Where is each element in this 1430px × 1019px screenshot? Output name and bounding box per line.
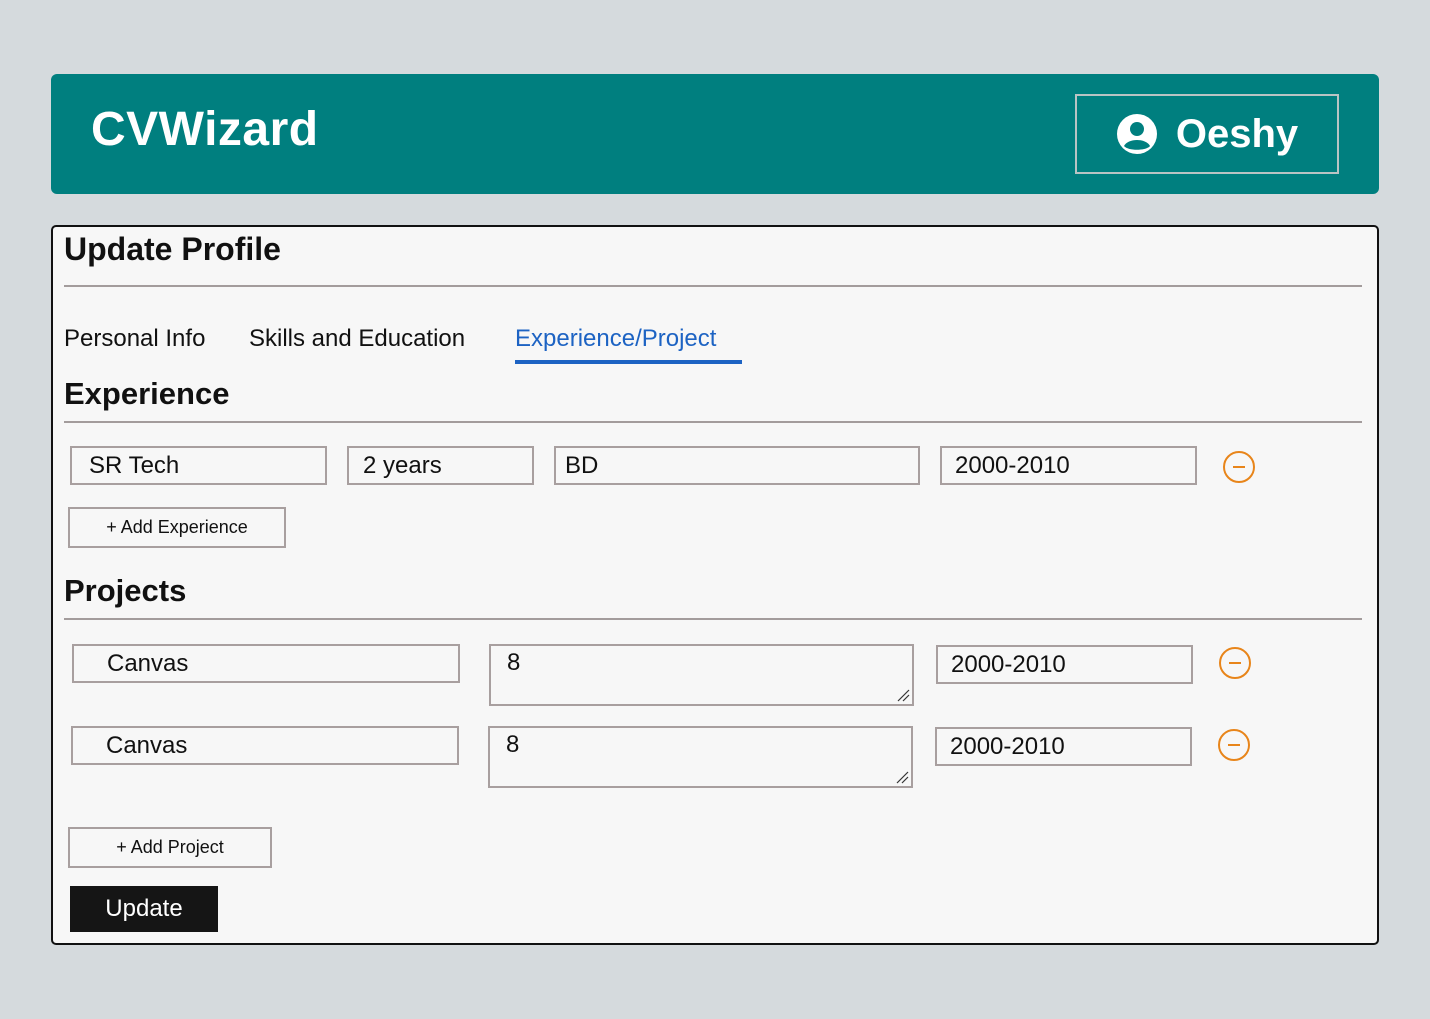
page-title: Update Profile bbox=[64, 231, 281, 267]
project-description-value: 8 bbox=[507, 649, 521, 676]
remove-project-button[interactable] bbox=[1219, 647, 1251, 679]
remove-project-button[interactable] bbox=[1218, 729, 1250, 761]
update-button[interactable]: Update bbox=[70, 886, 218, 932]
minus-circle-icon bbox=[1233, 466, 1245, 468]
projects-divider bbox=[64, 618, 1362, 620]
remove-experience-button[interactable] bbox=[1223, 451, 1255, 483]
project-description-value: 8 bbox=[506, 731, 520, 758]
user-circle-icon bbox=[1116, 114, 1157, 154]
project-years-input[interactable]: 2000-2010 bbox=[935, 727, 1192, 766]
resize-grip-icon[interactable] bbox=[895, 770, 909, 784]
resize-grip-icon[interactable] bbox=[896, 688, 910, 702]
experience-years-input[interactable]: 2000-2010 bbox=[940, 446, 1197, 485]
experience-divider bbox=[64, 421, 1362, 423]
project-description-textarea[interactable]: 8 bbox=[489, 644, 914, 706]
app-header: CVWizard Oeshy bbox=[51, 74, 1379, 194]
experience-heading: Experience bbox=[64, 376, 230, 411]
user-menu-button[interactable]: Oeshy bbox=[1075, 94, 1339, 174]
tab-personal-info[interactable]: Personal Info bbox=[64, 325, 205, 353]
project-name-input[interactable]: Canvas bbox=[71, 726, 459, 765]
add-project-button[interactable]: + Add Project bbox=[68, 827, 272, 868]
title-divider bbox=[64, 285, 1362, 287]
update-profile-card: Update Profile Personal Info Skills and … bbox=[51, 225, 1379, 945]
project-name-input[interactable]: Canvas bbox=[72, 644, 460, 683]
minus-circle-icon bbox=[1228, 744, 1240, 746]
add-experience-button[interactable]: + Add Experience bbox=[68, 507, 286, 548]
brand-logo[interactable]: CVWizard bbox=[91, 102, 319, 157]
project-years-input[interactable]: 2000-2010 bbox=[936, 645, 1193, 684]
location-input[interactable]: BD bbox=[554, 446, 920, 485]
tab-skills-education[interactable]: Skills and Education bbox=[249, 325, 465, 353]
duration-input[interactable]: 2 years bbox=[347, 446, 534, 485]
user-name: Oeshy bbox=[1175, 111, 1299, 156]
project-description-textarea[interactable]: 8 bbox=[488, 726, 913, 788]
tab-experience-project[interactable]: Experience/Project bbox=[515, 325, 716, 353]
active-tab-indicator bbox=[515, 360, 742, 364]
minus-circle-icon bbox=[1229, 662, 1241, 664]
projects-heading: Projects bbox=[64, 573, 187, 608]
company-input[interactable]: SR Tech bbox=[70, 446, 327, 485]
